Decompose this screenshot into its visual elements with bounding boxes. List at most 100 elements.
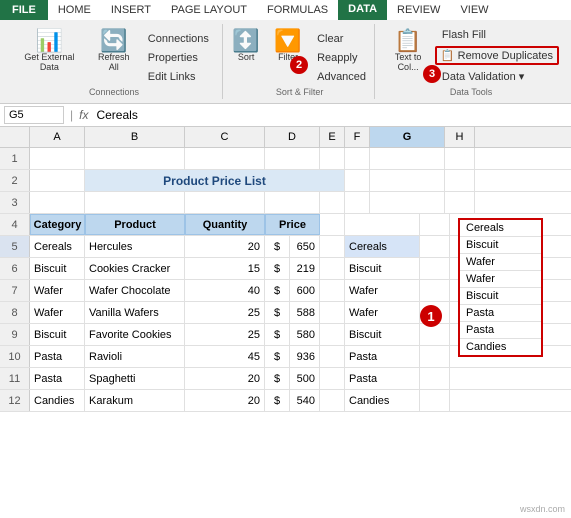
- cell-e3[interactable]: [320, 192, 345, 213]
- cell-h10[interactable]: [420, 346, 450, 367]
- side-panel-item-2[interactable]: Wafer: [460, 254, 541, 271]
- cell-e9[interactable]: 580: [290, 324, 320, 345]
- cell-c3[interactable]: [185, 192, 265, 213]
- cell-d8[interactable]: $: [265, 302, 290, 323]
- side-panel-item-1[interactable]: Biscuit: [460, 237, 541, 254]
- cell-f3[interactable]: [345, 192, 370, 213]
- remove-duplicates-button[interactable]: 📋 Remove Duplicates: [435, 46, 559, 65]
- cell-g12[interactable]: Candies: [345, 390, 420, 411]
- cell-e6[interactable]: 219: [290, 258, 320, 279]
- side-panel-item-6[interactable]: Pasta: [460, 322, 541, 339]
- flash-fill-button[interactable]: Flash Fill: [435, 26, 559, 44]
- cell-f1[interactable]: [345, 148, 370, 169]
- side-panel-item-7[interactable]: Candies: [460, 339, 541, 355]
- cell-f10[interactable]: [320, 346, 345, 367]
- connections-btn[interactable]: Connections: [141, 30, 216, 48]
- tab-data[interactable]: DATA: [338, 0, 387, 20]
- cell-e10[interactable]: 936: [290, 346, 320, 367]
- tab-page-layout[interactable]: PAGE LAYOUT: [161, 0, 257, 20]
- cell-h1[interactable]: [445, 148, 475, 169]
- cell-e12[interactable]: 540: [290, 390, 320, 411]
- header-category[interactable]: Category: [30, 214, 85, 235]
- clear-button[interactable]: Clear: [310, 30, 373, 48]
- title-cell[interactable]: Product Price List: [85, 170, 345, 191]
- cell-a10[interactable]: Pasta: [30, 346, 85, 367]
- cell-c10[interactable]: 45: [185, 346, 265, 367]
- cell-h4[interactable]: [420, 214, 450, 235]
- cell-h3[interactable]: [445, 192, 475, 213]
- cell-a3[interactable]: [30, 192, 85, 213]
- cell-b8[interactable]: Vanilla Wafers: [85, 302, 185, 323]
- cell-b11[interactable]: Spaghetti: [85, 368, 185, 389]
- col-header-g[interactable]: G: [370, 127, 445, 147]
- header-price[interactable]: Price: [265, 214, 320, 235]
- cell-a1[interactable]: [30, 148, 85, 169]
- cell-d9[interactable]: $: [265, 324, 290, 345]
- cell-c11[interactable]: 20: [185, 368, 265, 389]
- cell-h11[interactable]: [420, 368, 450, 389]
- cell-c9[interactable]: 25: [185, 324, 265, 345]
- cell-h5[interactable]: [420, 236, 450, 257]
- col-header-d[interactable]: D: [265, 127, 320, 147]
- cell-a2[interactable]: [30, 170, 85, 191]
- cell-f9[interactable]: [320, 324, 345, 345]
- header-quantity[interactable]: Quantity: [185, 214, 265, 235]
- cell-c5[interactable]: 20: [185, 236, 265, 257]
- cell-b10[interactable]: Ravioli: [85, 346, 185, 367]
- cell-e5[interactable]: 650: [290, 236, 320, 257]
- cell-f6[interactable]: [320, 258, 345, 279]
- tab-view[interactable]: VIEW: [450, 0, 498, 20]
- cell-a8[interactable]: Wafer: [30, 302, 85, 323]
- tab-insert[interactable]: INSERT: [101, 0, 161, 20]
- cell-f11[interactable]: [320, 368, 345, 389]
- cell-a11[interactable]: Pasta: [30, 368, 85, 389]
- col-header-c[interactable]: C: [185, 127, 265, 147]
- cell-d1[interactable]: [265, 148, 320, 169]
- cell-h12[interactable]: [420, 390, 450, 411]
- cell-d3[interactable]: [265, 192, 320, 213]
- side-panel-item-4[interactable]: Biscuit: [460, 288, 541, 305]
- cell-g9[interactable]: Biscuit: [345, 324, 420, 345]
- tab-review[interactable]: REVIEW: [387, 0, 450, 20]
- cell-f12[interactable]: [320, 390, 345, 411]
- side-panel-item-5[interactable]: Pasta: [460, 305, 541, 322]
- cell-f7[interactable]: [320, 280, 345, 301]
- col-header-b[interactable]: B: [85, 127, 185, 147]
- cell-e1[interactable]: [320, 148, 345, 169]
- get-external-data-button[interactable]: 📊 Get External Data: [12, 26, 87, 76]
- cell-e11[interactable]: 500: [290, 368, 320, 389]
- cell-b3[interactable]: [85, 192, 185, 213]
- side-panel-item-0[interactable]: Cereals: [460, 220, 541, 237]
- cell-a5[interactable]: Cereals: [30, 236, 85, 257]
- col-header-f[interactable]: F: [345, 127, 370, 147]
- cell-c12[interactable]: 20: [185, 390, 265, 411]
- cell-g11[interactable]: Pasta: [345, 368, 420, 389]
- formula-input[interactable]: [96, 108, 567, 122]
- tab-formulas[interactable]: FORMULAS: [257, 0, 338, 20]
- cell-b12[interactable]: Karakum: [85, 390, 185, 411]
- cell-g4[interactable]: [345, 214, 420, 235]
- cell-c8[interactable]: 25: [185, 302, 265, 323]
- cell-b5[interactable]: Hercules: [85, 236, 185, 257]
- cell-g5[interactable]: Cereals: [345, 236, 420, 257]
- cell-c6[interactable]: 15: [185, 258, 265, 279]
- cell-g8[interactable]: Wafer: [345, 302, 420, 323]
- cell-d10[interactable]: $: [265, 346, 290, 367]
- cell-e7[interactable]: 600: [290, 280, 320, 301]
- cell-d5[interactable]: $: [265, 236, 290, 257]
- data-validation-button[interactable]: Data Validation ▾: [435, 67, 559, 86]
- reapply-button[interactable]: Reapply: [310, 49, 373, 67]
- cell-g7[interactable]: Wafer: [345, 280, 420, 301]
- properties-btn[interactable]: Properties: [141, 49, 216, 67]
- cell-c7[interactable]: 40: [185, 280, 265, 301]
- edit-links-btn[interactable]: Edit Links: [141, 68, 216, 86]
- cell-b1[interactable]: [85, 148, 185, 169]
- col-header-h[interactable]: H: [445, 127, 475, 147]
- side-panel-item-3[interactable]: Wafer: [460, 271, 541, 288]
- tab-home[interactable]: HOME: [48, 0, 101, 20]
- col-header-e[interactable]: E: [320, 127, 345, 147]
- cell-d11[interactable]: $: [265, 368, 290, 389]
- cell-a7[interactable]: Wafer: [30, 280, 85, 301]
- sort-button[interactable]: ↕️ Sort: [226, 26, 266, 66]
- cell-a6[interactable]: Biscuit: [30, 258, 85, 279]
